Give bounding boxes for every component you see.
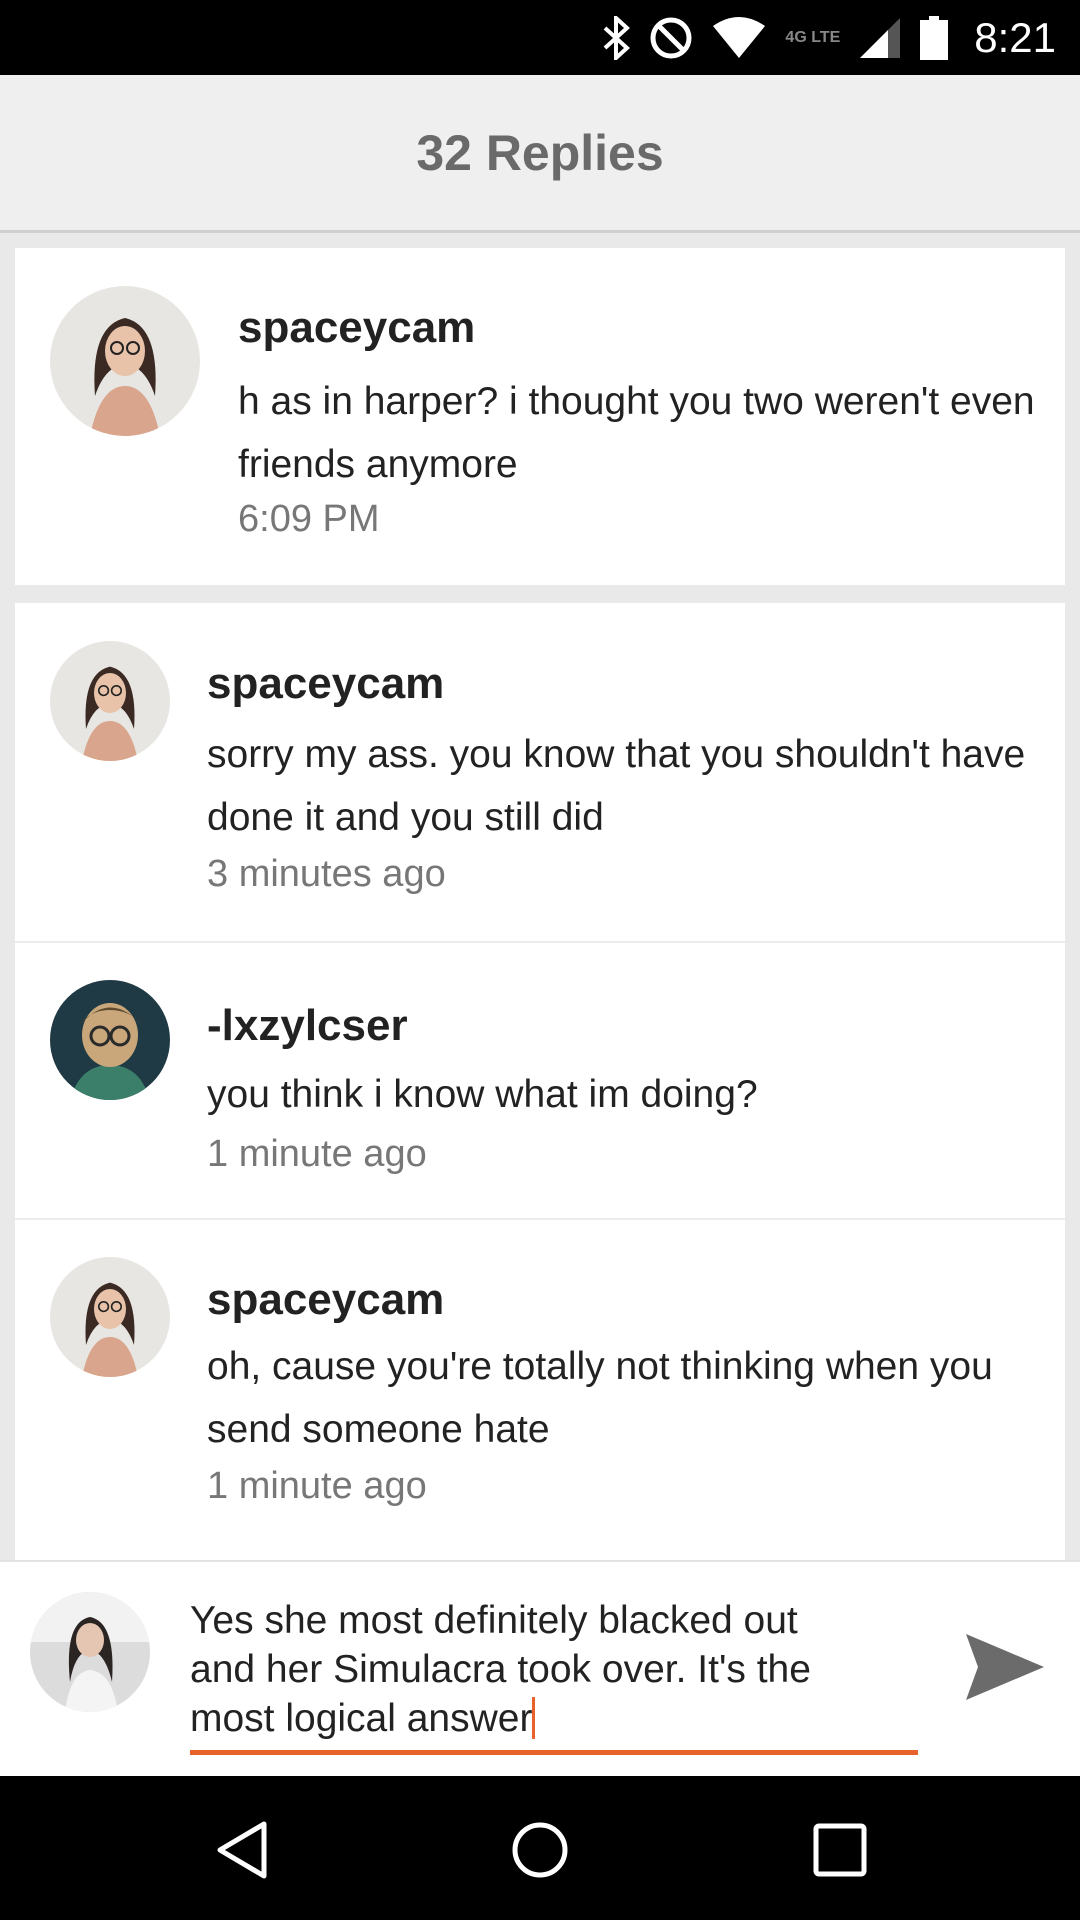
comment-message: h as in harper? i thought you two weren'…: [238, 380, 1035, 486]
wifi-icon: [711, 16, 767, 60]
comment-list[interactable]: spaceycam h as in harper? i thought you …: [15, 248, 1065, 1560]
page-title: 32 Replies: [416, 124, 664, 181]
network-type-label: 4G LTE: [785, 28, 841, 46]
recents-button[interactable]: [808, 1818, 872, 1882]
status-bar: 4G LTE 8:21: [0, 0, 1080, 75]
reply-message: you think i know what im doing?: [207, 1073, 758, 1116]
home-button[interactable]: [508, 1818, 572, 1882]
current-user-avatar: [30, 1592, 150, 1712]
battery-icon: [920, 15, 949, 60]
username[interactable]: spaceycam: [207, 1275, 444, 1325]
recents-icon: [813, 1823, 867, 1877]
back-icon: [217, 1821, 267, 1879]
parent-comment[interactable]: spaceycam h as in harper? i thought you …: [15, 248, 1065, 585]
signal-icon: [858, 16, 902, 60]
bluetooth-icon: [601, 15, 631, 60]
username[interactable]: spaceycam: [238, 303, 475, 353]
reply-time: 1 minute ago: [207, 1133, 427, 1175]
input-underline: [190, 1750, 918, 1755]
clock: 8:21: [974, 13, 1056, 61]
reply-time: 1 minute ago: [207, 1465, 427, 1507]
comment-time: 6:09 PM: [238, 498, 380, 540]
reply-list: spaceycam sorry my ass. you know that yo…: [15, 603, 1065, 1560]
username[interactable]: -lxzylcser: [207, 1001, 408, 1051]
avatar[interactable]: [50, 1257, 170, 1377]
username[interactable]: spaceycam: [207, 659, 444, 709]
reply-message: sorry my ass. you know that you shouldn'…: [207, 733, 1026, 839]
avatar[interactable]: [50, 980, 170, 1100]
avatar[interactable]: [50, 286, 200, 436]
send-icon: [966, 1634, 1044, 1700]
reply-item[interactable]: spaceycam oh, cause you're totally not t…: [15, 1220, 1065, 1560]
reply-input[interactable]: Yes she most definitely blacked out and …: [190, 1596, 918, 1740]
send-button[interactable]: [960, 1622, 1050, 1712]
reply-item[interactable]: -lxzylcser you think i know what im doin…: [15, 943, 1065, 1220]
reply-item[interactable]: spaceycam sorry my ass. you know that yo…: [15, 603, 1065, 943]
navigation-bar: [0, 1776, 1080, 1920]
header: 32 Replies: [0, 75, 1080, 233]
do-not-disturb-icon: [649, 16, 693, 60]
reply-input-text: Yes she most definitely blacked out and …: [190, 1599, 811, 1740]
reply-time: 3 minutes ago: [207, 853, 446, 895]
reply-composer: Yes she most definitely blacked out and …: [0, 1560, 1080, 1777]
text-caret: [532, 1697, 536, 1739]
back-button[interactable]: [210, 1818, 274, 1882]
avatar[interactable]: [50, 641, 170, 761]
home-icon: [512, 1822, 568, 1878]
reply-message: oh, cause you're totally not thinking wh…: [207, 1345, 993, 1451]
